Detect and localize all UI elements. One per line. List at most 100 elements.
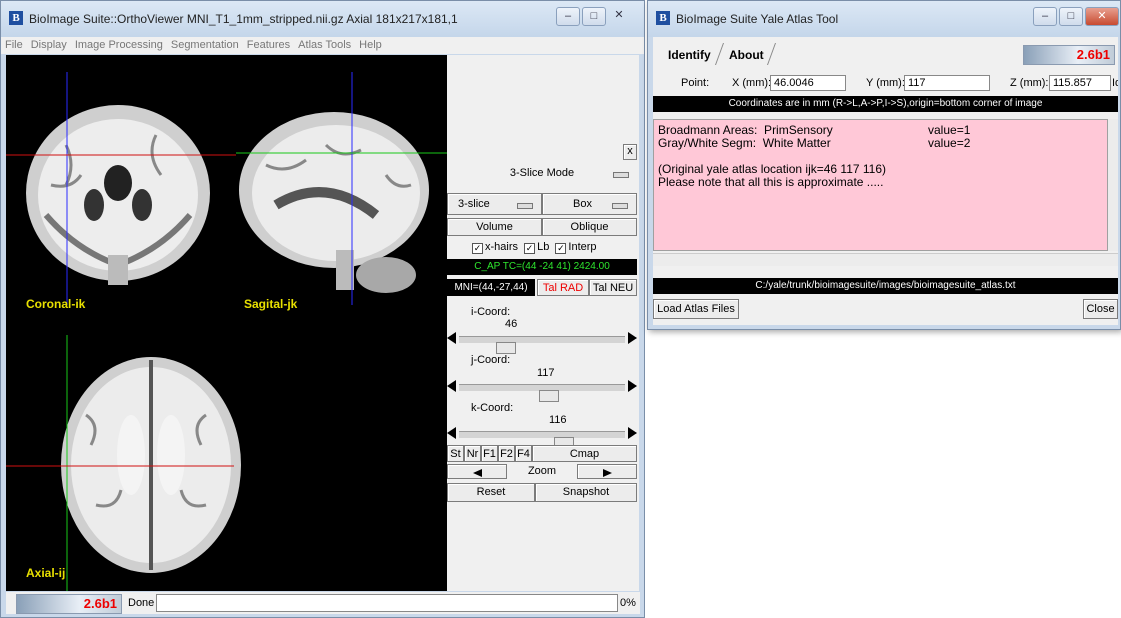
result-name: Gray/White Segm: White Matter — [658, 136, 831, 150]
mode-select[interactable]: 3-Slice Mode — [447, 163, 637, 185]
minimize-icon[interactable]: – — [556, 7, 580, 26]
progress-percent: 0% — [620, 597, 636, 609]
z-label: Z (mm): — [1010, 77, 1049, 89]
tab-identify[interactable]: Identify — [668, 45, 711, 65]
j-decrement-icon[interactable] — [447, 380, 456, 392]
progress-bar — [156, 594, 618, 612]
interp-label: Interp — [568, 241, 597, 253]
y-field[interactable]: 117 — [904, 75, 990, 91]
coronal-slice — [26, 105, 210, 285]
orthoviewer-titlebar[interactable]: B BioImage Suite::OrthoViewer MNI_T1_1mm… — [1, 1, 644, 37]
slice-mode-select[interactable]: 3-slice — [447, 193, 542, 215]
atlas-version-text: 2.6b1 — [1076, 47, 1110, 62]
version-text: 2.6b1 — [83, 596, 117, 611]
j-coord-label: j-Coord: — [471, 354, 511, 366]
k-decrement-icon[interactable] — [447, 427, 456, 439]
option-menu-icon — [612, 203, 628, 209]
box-mode-value: Box — [573, 198, 592, 210]
snapshot-button[interactable]: Snapshot — [535, 483, 637, 502]
status-bar: 2.6b1 Done 0% — [6, 592, 640, 614]
x-field[interactable]: 46.0046 — [770, 75, 846, 91]
menu-features[interactable]: Features — [243, 37, 294, 54]
option-menu-icon — [517, 203, 533, 209]
i-decrement-icon[interactable] — [447, 332, 456, 344]
maximize-icon[interactable]: □ — [582, 7, 606, 26]
atlas-tool-window: B BioImage Suite Yale Atlas Tool – □ ✕ I… — [647, 0, 1121, 330]
zoom-label: Zoom — [527, 465, 557, 477]
volume-button[interactable]: Volume — [447, 218, 542, 236]
k-coord-slider[interactable] — [447, 422, 637, 449]
results-horizontal-scrollbar[interactable] — [653, 253, 1118, 266]
interp-checkbox[interactable]: ✓ — [555, 243, 567, 254]
coord-note-bar: Coordinates are in mm (R->L,A->P,I->S),o… — [653, 96, 1118, 112]
orthoviewer-title: BioImage Suite::OrthoViewer MNI_T1_1mm_s… — [29, 12, 458, 26]
lb-label: Lb — [537, 241, 550, 253]
axial-view-label: Axial-ij — [26, 566, 65, 580]
f2-button[interactable]: F2 — [498, 445, 515, 462]
oblique-button[interactable]: Oblique — [542, 218, 637, 236]
zoom-in-button[interactable] — [577, 464, 637, 479]
zoom-out-button[interactable] — [447, 464, 507, 479]
tal-rad-button[interactable]: Tal RAD — [537, 279, 589, 296]
minimize-icon[interactable]: – — [1033, 7, 1057, 26]
x-label: X (mm): — [732, 77, 772, 89]
j-slider-thumb[interactable] — [538, 390, 559, 402]
tal-neu-button[interactable]: Tal NEU — [589, 279, 637, 296]
identify-button[interactable]: Identify — [1112, 77, 1118, 89]
menu-segmentation[interactable]: Segmentation — [167, 37, 243, 54]
zoom-out-icon — [472, 469, 482, 477]
bioimage-app-icon: B — [656, 11, 670, 25]
image-viewport[interactable]: Coronal-ik Sagital-jk Axial-ij — [6, 55, 447, 591]
atlas-results-text: Broadmann Areas: PrimSensory value=1 Gray… — [653, 119, 1108, 251]
control-panel: x 3-Slice Mode 3-slice Box Volume Obliqu… — [447, 55, 639, 591]
i-coord-slider[interactable] — [447, 327, 637, 354]
panel-close-button[interactable]: x — [623, 144, 637, 160]
menu-display[interactable]: Display — [27, 37, 71, 54]
menu-help[interactable]: Help — [355, 37, 386, 54]
close-button[interactable]: Close — [1083, 299, 1118, 319]
menu-file[interactable]: File — [1, 37, 27, 54]
reset-button[interactable]: Reset — [447, 483, 535, 502]
f1-button[interactable]: F1 — [481, 445, 498, 462]
xhairs-checkbox[interactable]: ✓ — [472, 243, 483, 254]
z-field[interactable]: 115.857 — [1049, 75, 1111, 91]
coronal-view-label: Coronal-ik — [26, 297, 86, 311]
atlas-title: BioImage Suite Yale Atlas Tool — [676, 12, 839, 26]
st-button[interactable]: St — [447, 445, 464, 462]
status-text: Done — [128, 597, 155, 609]
result-value: value=1 — [928, 123, 971, 137]
y-label: Y (mm): — [866, 77, 905, 89]
sagittal-slice — [239, 112, 429, 293]
j-increment-icon[interactable] — [628, 380, 637, 392]
i-coord-label: i-Coord: — [471, 306, 511, 318]
k-coord-label: k-Coord: — [471, 402, 514, 414]
box-mode-select[interactable]: Box — [542, 193, 637, 215]
menubar: File Display Image Processing Segmentation F… — [1, 37, 644, 54]
i-slider-thumb[interactable] — [496, 342, 516, 354]
atlas-path-bar: C:/yale/trunk/bioimagesuite/images/bioim… — [653, 278, 1118, 294]
i-increment-icon[interactable] — [628, 332, 637, 344]
nr-button[interactable]: Nr — [464, 445, 481, 462]
atlas-version-badge: 2.6b1 — [1023, 45, 1115, 65]
close-icon[interactable]: ✕ — [1085, 7, 1119, 26]
bioimage-app-icon: B — [9, 11, 23, 25]
result-row: Gray/White Segm: White Matter value=2 — [658, 137, 1103, 150]
lb-checkbox[interactable]: ✓ — [524, 243, 536, 254]
close-icon[interactable]: ✕ — [608, 7, 630, 24]
menu-image-processing[interactable]: Image Processing — [71, 37, 167, 54]
tab-about[interactable]: About — [729, 45, 764, 65]
menu-atlas-tools[interactable]: Atlas Tools — [294, 37, 355, 54]
brain-slices-canvas[interactable]: Coronal-ik Sagital-jk Axial-ij — [6, 55, 447, 591]
atlas-titlebar[interactable]: B BioImage Suite Yale Atlas Tool – □ ✕ — [648, 1, 1120, 37]
j-coord-slider[interactable] — [447, 375, 637, 402]
k-increment-icon[interactable] — [628, 427, 637, 439]
orthoviewer-window: B BioImage Suite::OrthoViewer MNI_T1_1mm… — [0, 0, 645, 618]
f4-button[interactable]: F4 — [515, 445, 532, 462]
sagittal-view-label: Sagital-jk — [244, 297, 298, 311]
maximize-icon[interactable]: □ — [1059, 7, 1083, 26]
result-value: value=2 — [928, 136, 971, 150]
mode-select-value: 3-Slice Mode — [509, 167, 575, 179]
results-vertical-scrollbar[interactable] — [1108, 119, 1118, 251]
load-atlas-files-button[interactable]: Load Atlas Files — [653, 299, 739, 319]
cmap-button[interactable]: Cmap — [532, 445, 637, 462]
